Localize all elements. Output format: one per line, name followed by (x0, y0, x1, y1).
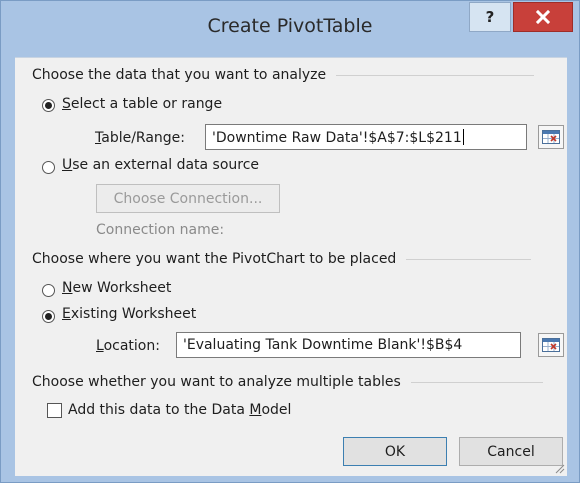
location-collapse-button[interactable] (538, 333, 564, 357)
help-button[interactable]: ? (469, 2, 511, 32)
section-divider (410, 381, 543, 383)
placement-section-heading: Choose where you want the PivotChart to … (32, 251, 532, 267)
table-range-input[interactable]: 'Downtime Raw Data'!$A$7:$L$211 (205, 124, 527, 150)
close-icon (536, 10, 550, 24)
table-range-label: Table/Range: (95, 130, 186, 146)
select-table-range-label[interactable]: Select a table or range (62, 96, 222, 112)
connection-name-label: Connection name: (96, 222, 225, 238)
new-worksheet-label[interactable]: New Worksheet (62, 280, 171, 296)
section-divider (406, 258, 532, 260)
table-range-collapse-button[interactable] (538, 125, 564, 149)
choose-connection-button[interactable]: Choose Connection... (96, 184, 280, 213)
range-selector-icon (542, 130, 560, 144)
multiple-tables-section-heading: Choose whether you want to analyze multi… (32, 374, 543, 390)
close-button[interactable] (513, 2, 573, 32)
ok-button[interactable]: OK (343, 437, 447, 466)
data-model-checkbox[interactable] (47, 403, 62, 418)
title-bar[interactable]: Create PivotTable ? (1, 1, 579, 47)
location-label: Location: (96, 338, 160, 354)
external-data-source-radio[interactable] (42, 161, 55, 174)
existing-worksheet-label[interactable]: Existing Worksheet (62, 306, 196, 322)
location-input[interactable]: 'Evaluating Tank Downtime Blank'!$B$4 (176, 332, 521, 358)
range-selector-icon (542, 338, 560, 352)
create-pivottable-dialog: Create PivotTable ? Choose the data that… (0, 0, 580, 483)
cancel-button[interactable]: Cancel (459, 437, 563, 466)
section-divider (336, 74, 535, 76)
text-caret (462, 129, 464, 145)
help-icon: ? (485, 8, 495, 26)
existing-worksheet-radio[interactable] (42, 310, 55, 323)
select-table-range-radio[interactable] (42, 99, 55, 112)
new-worksheet-radio[interactable] (42, 284, 55, 297)
data-section-heading: Choose the data that you want to analyze (32, 67, 535, 83)
external-data-source-label[interactable]: Use an external data source (62, 157, 259, 173)
dialog-body: Choose the data that you want to analyze… (15, 57, 567, 476)
data-model-label[interactable]: Add this data to the Data Model (68, 402, 291, 418)
resize-grip-icon[interactable] (553, 462, 565, 474)
